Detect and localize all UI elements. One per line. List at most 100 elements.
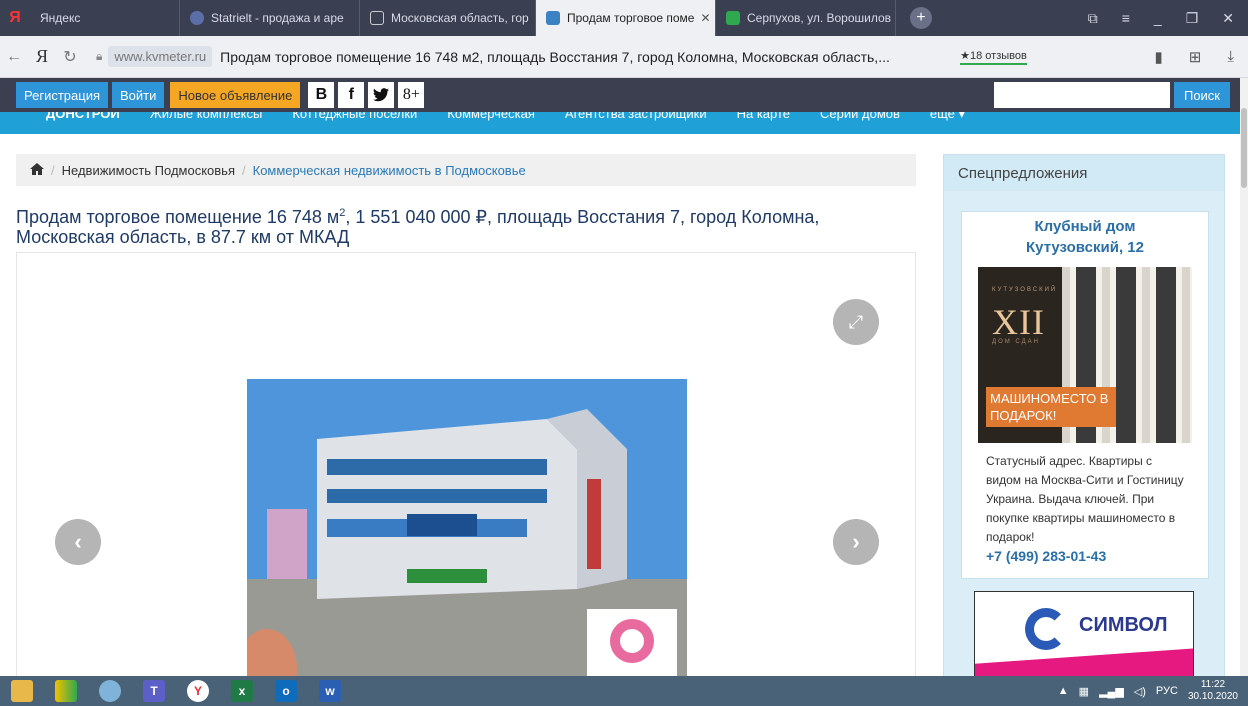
address-bar: ← Я ↻ 🔒︎ www.kvmeter.ru Продам торговое … — [0, 36, 1248, 78]
maximize-icon[interactable]: ❐ — [1186, 10, 1199, 27]
search-input[interactable] — [993, 82, 1170, 108]
tray-network-icon[interactable]: ▦ — [1079, 685, 1089, 698]
ad-image-caption-top: КУТУЗОВСКИЙ — [992, 287, 1058, 293]
tab-serpukhov[interactable]: Серпухов, ул. Ворошилов — [716, 0, 896, 36]
system-tray: ▲ ▦ ▂▄▆ ◁) РУС 11:22 30.10.2020 — [1058, 679, 1248, 703]
clock-date: 30.10.2020 — [1187, 691, 1238, 702]
taskbar-yandex[interactable]: Y — [176, 676, 220, 706]
ad-title-line2: Кутузовский, 12 — [1026, 239, 1144, 256]
facebook-share-icon[interactable]: f — [338, 82, 365, 108]
lock-icon[interactable]: 🔒︎ — [96, 49, 102, 64]
url-page-title[interactable]: Продам торговое помещение 16 748 м2, пло… — [220, 49, 920, 65]
excel-icon: x — [231, 680, 253, 702]
ad-image[interactable]: КУТУЗОВСКИЙ XII ДОМ СДАН МАШИНОМЕСТО В П… — [978, 267, 1192, 443]
site-search: Поиск — [993, 82, 1240, 108]
twitter-share-icon[interactable] — [368, 82, 395, 108]
taskbar-chart-app[interactable] — [44, 676, 88, 706]
taskbar-teams[interactable]: T — [132, 676, 176, 706]
taskbar-excel[interactable]: x — [220, 676, 264, 706]
google-plus-share-icon[interactable]: 8+ — [398, 82, 425, 108]
nav-item-residential[interactable]: Жилые комплексы — [150, 112, 263, 121]
breadcrumb-separator: / — [51, 162, 55, 178]
browser-tab-bar: Я Яндекс Statrielt - продажа и аре Моско… — [0, 0, 1248, 36]
vk-share-icon[interactable]: В — [308, 82, 335, 108]
new-tab-button[interactable]: + — [910, 7, 932, 29]
breadcrumb-item-commercial[interactable]: Коммерческая недвижимость в Подмосковье — [253, 163, 526, 178]
tray-language[interactable]: РУС — [1156, 685, 1178, 697]
back-arrow-icon[interactable]: ← — [0, 48, 28, 66]
tray-signal-icon[interactable]: ▂▄▆ — [1099, 685, 1124, 698]
next-photo-button[interactable]: › — [833, 519, 879, 565]
outlook-icon: o — [275, 680, 297, 702]
login-button[interactable]: Войти — [112, 82, 165, 108]
tab-kvmeter-active[interactable]: Продам торговое поме ✕ — [536, 0, 716, 36]
chart-app-icon — [55, 680, 77, 702]
site-reviews-link[interactable]: ★18 отзывов — [960, 49, 1027, 65]
nav-item-cottages[interactable]: Коттеджные поселки — [292, 112, 417, 121]
tab-yandex[interactable]: Яндекс — [30, 0, 180, 36]
nav-item-donstroy[interactable]: ДОНСТРОЙ — [46, 112, 120, 121]
sidebar-title: Спецпредложения — [944, 155, 1224, 191]
ad-title[interactable]: Клубный дом Кутузовский, 12 — [962, 216, 1208, 258]
previous-photo-button[interactable]: ‹ — [55, 519, 101, 565]
search-button[interactable]: Поиск — [1173, 82, 1230, 108]
word-icon: w — [319, 680, 341, 702]
photo-gallery: ⤢ ‹ › — [16, 252, 916, 682]
tray-volume-icon[interactable]: ◁) — [1134, 685, 1146, 698]
tab-moscow-region[interactable]: Московская область, гор — [360, 0, 536, 36]
tab-statrielt[interactable]: Statrielt - продажа и аре — [180, 0, 360, 36]
taskbar-word[interactable]: w — [308, 676, 352, 706]
nav-item-more[interactable]: еще ▾ — [930, 112, 965, 122]
tab-label: Серпухов, ул. Ворошилов — [747, 11, 892, 25]
breadcrumb: / Недвижимость Подмосковья / Коммерческа… — [16, 154, 916, 186]
yandex-browser-logo[interactable]: Я — [0, 0, 30, 36]
reload-icon[interactable]: ↻ — [56, 47, 84, 67]
site-header-bar: Регистрация Войти Новое объявление В f 8… — [0, 78, 1240, 112]
ad-card-simvol[interactable]: СИМВОЛ — [974, 591, 1194, 687]
windows-taskbar: T Y x o w ▲ ▦ ▂▄▆ ◁) РУС 11:22 30.10.202… — [0, 676, 1248, 706]
scrollbar-thumb[interactable] — [1241, 108, 1247, 188]
paint-icon — [99, 680, 121, 702]
ad-image-numeral: XII — [992, 302, 1045, 342]
ad-image-promo: МАШИНОМЕСТО В ПОДАРОК! — [986, 387, 1116, 427]
yandex-browser-icon: Y — [187, 680, 209, 702]
minimize-icon[interactable]: _ — [1154, 10, 1162, 26]
tab-label: Московская область, гор — [391, 11, 529, 25]
nav-item-map[interactable]: На карте — [737, 112, 790, 121]
fullscreen-expand-icon[interactable]: ⤢ — [833, 299, 879, 345]
new-ad-button[interactable]: Новое объявление — [170, 82, 301, 108]
ad-phone[interactable]: +7 (499) 283-01-43 — [986, 548, 1106, 564]
tablo-icon[interactable]: ⧉ — [1088, 10, 1098, 27]
breadcrumb-separator: / — [242, 162, 246, 178]
breadcrumb-item-realty[interactable]: Недвижимость Подмосковья — [62, 163, 235, 178]
special-offers-sidebar: Спецпредложения Клубный дом Кутузовский,… — [943, 154, 1225, 687]
close-tab-icon[interactable]: ✕ — [700, 11, 710, 25]
taskbar-explorer[interactable] — [0, 676, 44, 706]
listing-photo[interactable] — [247, 379, 687, 679]
kvmeter-favicon-icon — [546, 11, 560, 25]
tray-clock[interactable]: 11:22 30.10.2020 — [1188, 679, 1238, 703]
page-title: Продам торговое помещение 16 748 м2, 1 5… — [16, 203, 916, 247]
ad2-brand: СИМВОЛ — [1079, 614, 1168, 636]
bookmark-icon[interactable]: ▮ — [1155, 48, 1163, 66]
register-button[interactable]: Регистрация — [16, 82, 108, 108]
ad-card-kutuzovsky[interactable]: Клубный дом Кутузовский, 12 КУТУЗОВСКИЙ … — [961, 211, 1209, 579]
window-controls: ⧉ ≡ _ ❐ ✕ — [1088, 10, 1248, 27]
taskbar-paint[interactable] — [88, 676, 132, 706]
close-window-icon[interactable]: ✕ — [1222, 10, 1234, 27]
file-explorer-icon — [11, 680, 33, 702]
tray-expand-icon[interactable]: ▲ — [1058, 685, 1069, 697]
nav-item-agencies[interactable]: Агентства застройщики — [565, 112, 707, 121]
translate-icon[interactable]: ⊞ — [1189, 48, 1202, 66]
taskbar-outlook[interactable]: o — [264, 676, 308, 706]
statrielt-favicon-icon — [190, 11, 204, 25]
home-icon[interactable] — [30, 162, 44, 178]
yandex-y-icon[interactable]: Я — [28, 46, 56, 67]
nav-item-commercial[interactable]: Коммерческая — [447, 112, 535, 121]
page-scrollbar[interactable] — [1240, 78, 1248, 676]
menu-icon[interactable]: ≡ — [1122, 10, 1130, 26]
nav-item-series[interactable]: Серии домов — [820, 112, 900, 121]
ad-title-line1: Клубный дом — [1034, 218, 1136, 235]
url-domain[interactable]: www.kvmeter.ru — [108, 46, 213, 67]
download-icon[interactable]: ⤓ — [1227, 48, 1234, 66]
